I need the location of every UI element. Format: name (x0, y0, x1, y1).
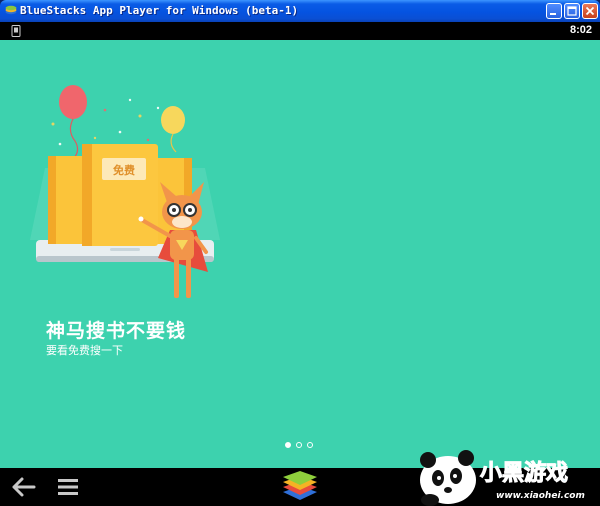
window-title-bar[interactable]: BlueStacks App Player for Windows (beta-… (0, 0, 600, 22)
yellow-balloon-icon (161, 106, 185, 153)
watermark-brand: 小黑游戏 (480, 460, 568, 486)
free-badge: 免费 (113, 163, 135, 177)
page-dot-1[interactable] (285, 442, 291, 448)
maximize-icon (567, 6, 577, 16)
menu-icon[interactable] (57, 478, 79, 496)
android-status-bar: 8:02 (0, 22, 600, 40)
panda-mascot-icon (420, 450, 476, 506)
site-watermark: 小黑游戏 www.xiaohei.com (420, 450, 585, 506)
window-title: BlueStacks App Player for Windows (beta-… (20, 4, 299, 17)
bluestacks-logo-icon[interactable] (281, 470, 319, 502)
watermark-url: www.xiaohei.com (496, 491, 585, 501)
close-button[interactable] (582, 3, 598, 19)
close-icon (585, 6, 595, 16)
page-dot-2[interactable] (296, 442, 302, 448)
page-indicator (285, 442, 313, 450)
page-dot-3[interactable] (307, 442, 313, 448)
maximize-button[interactable] (564, 3, 580, 19)
bluestacks-app-icon (5, 5, 17, 15)
status-clock: 8:02 (569, 24, 592, 36)
slide-subtitle: 要看免费搜一下 (46, 344, 123, 357)
phone-icon (11, 25, 21, 37)
splash-slide[interactable]: 免费 神马搜书不要钱 要看免费搜一下 (0, 40, 600, 468)
slide-headline: 神马搜书不要钱 (46, 320, 187, 342)
minimize-icon (550, 13, 556, 15)
books-fox-illustration: 免费 (30, 85, 220, 298)
minimize-button[interactable] (546, 3, 562, 19)
back-arrow-icon[interactable] (10, 476, 36, 498)
